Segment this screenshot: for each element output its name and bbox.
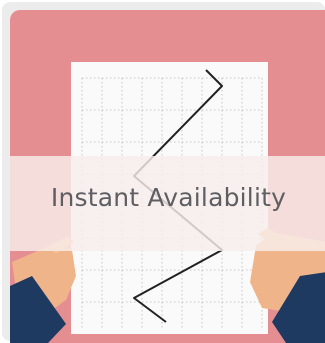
card-caption: Instant Availability <box>50 183 287 212</box>
card-frame: Instant Availability <box>2 2 325 343</box>
card[interactable]: Instant Availability <box>10 10 325 343</box>
left-hand <box>10 236 76 343</box>
